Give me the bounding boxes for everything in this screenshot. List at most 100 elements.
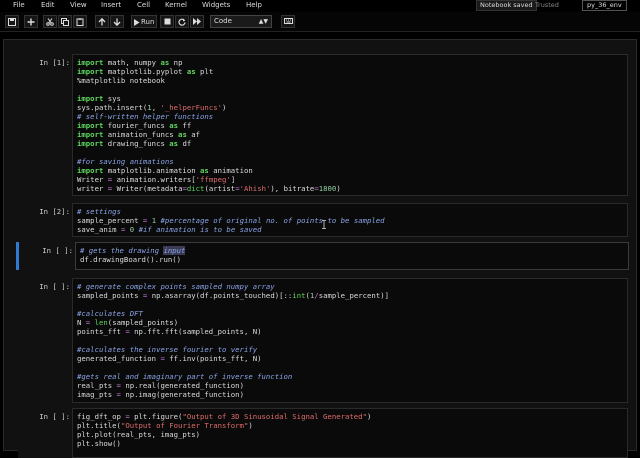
cell-type-value: Code: [214, 17, 232, 25]
code-token: ff.inv(points_fft, N): [164, 354, 262, 363]
code-token: ]: [230, 175, 236, 184]
restart-kernel-button[interactable]: [175, 15, 189, 28]
code-token: plt.plot(real_pts, imag_pts): [77, 430, 201, 439]
move-up-icon: [98, 18, 106, 26]
code-cell-selected[interactable]: In [ ]: # gets the drawing input df.drawi…: [16, 242, 629, 270]
code-token: # gets the drawing: [80, 246, 164, 255]
code-cell[interactable]: In [ ]: fig_dft_op = plt.figure("Output …: [18, 408, 628, 458]
code-token: # settings: [77, 207, 121, 216]
code-token: "Output of Fourier Transform": [120, 421, 249, 430]
code-token: ), bitrate: [270, 184, 315, 193]
code-token: Writer(metadata: [112, 184, 183, 193]
interrupt-kernel-button[interactable]: [160, 15, 174, 28]
code-token: (sampled_points): [107, 318, 179, 327]
menu-widgets[interactable]: Widgets: [202, 0, 230, 10]
run-button[interactable]: Run: [131, 15, 157, 28]
code-line: import math, numpy as np: [77, 58, 623, 67]
menu-file[interactable]: File: [13, 0, 25, 10]
code-token: fig_dft_op: [77, 412, 126, 421]
code-token: af: [186, 130, 201, 139]
cell-prompt: In [1]:: [39, 58, 70, 67]
restart-run-all-button[interactable]: [190, 15, 204, 28]
code-token: # self-written helper functions: [77, 112, 214, 121]
code-token: 'ffmpeg': [195, 175, 231, 184]
code-line: # settings: [77, 207, 623, 216]
code-token: '_helperFuncs': [160, 103, 223, 112]
code-line: sampled_points = np.asarray(df.points_to…: [77, 291, 623, 300]
stop-icon: [164, 18, 170, 25]
code-token: plt.figure(: [129, 412, 183, 421]
code-editor[interactable]: import math, numpy as np import matplotli…: [72, 54, 628, 196]
code-cell[interactable]: In [ ]: # generate complex points sample…: [18, 278, 628, 403]
save-button[interactable]: [5, 15, 19, 28]
code-token: sys.path.insert(: [77, 103, 148, 112]
code-token: #percentage of original no. of points to…: [160, 216, 385, 225]
code-token: ): [222, 103, 227, 112]
code-line: #calculates DFT: [77, 309, 623, 318]
menu-kernel[interactable]: Kernel: [165, 0, 187, 10]
move-down-button[interactable]: [110, 15, 124, 28]
code-token: sampled_points: [77, 291, 143, 300]
menu-view[interactable]: View: [70, 0, 87, 10]
code-token: real_pts: [77, 381, 117, 390]
code-token: (artist: [204, 184, 236, 193]
kernel-name[interactable]: py_36_env: [582, 0, 627, 11]
paste-button[interactable]: [73, 15, 87, 28]
cell-prompt: In [2]:: [39, 207, 70, 216]
code-editor[interactable]: # generate complex points sampled numpy …: [72, 278, 628, 403]
keyboard-icon: [283, 18, 293, 24]
fast-forward-icon: [193, 18, 201, 25]
code-token: Writer: [77, 175, 108, 184]
menu-insert[interactable]: Insert: [101, 0, 121, 10]
code-token: generated_function: [77, 354, 161, 363]
command-palette-button[interactable]: [281, 15, 295, 28]
code-token: len: [94, 318, 108, 327]
trusted-indicator[interactable]: Trusted: [535, 0, 559, 10]
copy-button[interactable]: [58, 15, 72, 28]
code-token: import: [77, 94, 104, 103]
code-editor[interactable]: # gets the drawing input df.drawingBoard(…: [75, 242, 629, 270]
code-token: import: [77, 67, 104, 76]
code-token: ): [366, 412, 372, 421]
cut-button[interactable]: [43, 15, 57, 28]
code-line: save_anim = 0 #if animation is to be sav…: [77, 225, 623, 234]
code-line: plt.plot(real_pts, imag_pts): [77, 430, 623, 439]
menu-edit[interactable]: Edit: [41, 0, 55, 10]
cell-prompt: In [ ]:: [42, 246, 73, 255]
code-line: #for saving animations: [77, 157, 623, 166]
cell-type-select[interactable]: Code ▲▼: [210, 15, 272, 28]
code-token: df.drawingBoard().run(): [80, 255, 182, 264]
code-line: import animation_funcs as af: [77, 130, 623, 139]
code-token: np.real(generated_function): [120, 381, 244, 390]
code-token: as: [169, 139, 179, 148]
code-token: %matplotlib notebook: [77, 76, 165, 85]
code-token: import: [77, 121, 104, 130]
code-token: 'Ahish': [239, 184, 271, 193]
code-token: ff: [178, 121, 192, 130]
code-token: ,: [151, 103, 161, 112]
code-line: df.drawingBoard().run(): [80, 255, 624, 264]
run-label: Run: [141, 18, 155, 26]
add-cell-button[interactable]: [24, 15, 38, 28]
menu-help[interactable]: Help: [246, 0, 262, 10]
code-token: sample_percent)]: [318, 291, 389, 300]
code-token: #if animation is to be saved: [138, 225, 262, 234]
code-token: matplotlib.animation: [103, 166, 201, 175]
move-up-button[interactable]: [95, 15, 109, 28]
code-token: animation: [208, 166, 253, 175]
code-editor[interactable]: # settings sample_percent = 1 #percentage…: [72, 203, 628, 237]
notebook-container: In [1]: import math, numpy as np import m…: [3, 39, 637, 458]
code-token: ): [248, 421, 253, 430]
code-cell[interactable]: In [1]: import math, numpy as np import m…: [18, 54, 628, 196]
menu-cell[interactable]: Cell: [137, 0, 150, 10]
code-token: np: [169, 58, 183, 67]
code-token: as: [160, 58, 170, 67]
code-token: #for saving animations: [77, 157, 174, 166]
code-token: plt.title(: [77, 421, 121, 430]
restart-icon: [178, 18, 186, 26]
code-editor[interactable]: fig_dft_op = plt.figure("Output of 3D Si…: [72, 408, 628, 458]
code-token: import: [77, 130, 104, 139]
code-line: sample_percent = 1 #percentage of origin…: [77, 216, 623, 225]
